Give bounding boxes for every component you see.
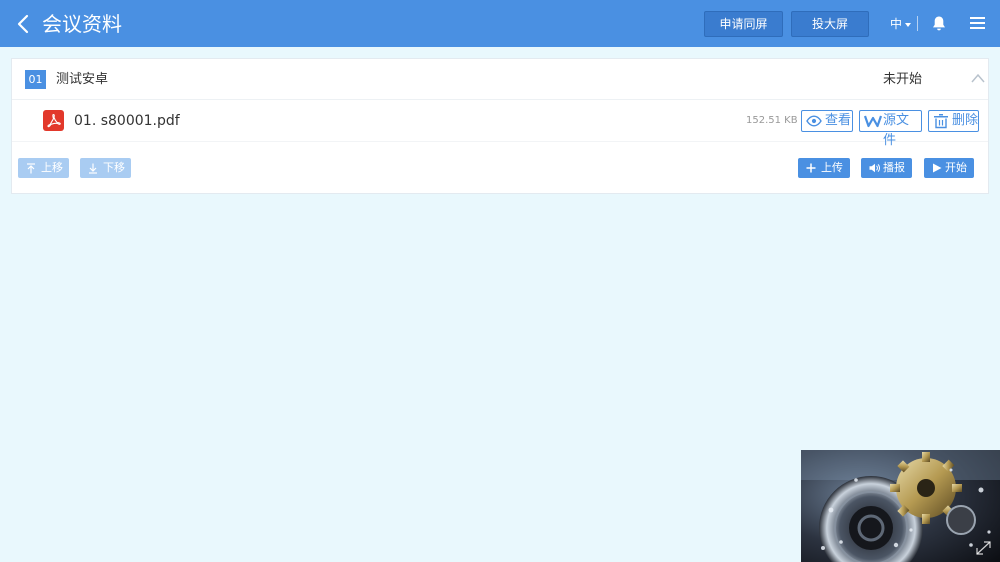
expand-icon[interactable] bbox=[974, 539, 993, 557]
top-bar: 会议资料 申请同屏 投大屏 中 bbox=[0, 0, 1000, 47]
move-down-button[interactable]: 下移 bbox=[80, 158, 131, 178]
file-name[interactable]: 01. s80001.pdf bbox=[74, 111, 180, 131]
trash-icon bbox=[934, 114, 948, 129]
source-file-button[interactable]: 源文件 bbox=[859, 110, 922, 148]
delete-label: 删除 bbox=[952, 113, 979, 128]
move-up-label: 上移 bbox=[41, 161, 63, 174]
agenda-title: 测试安卓 bbox=[56, 72, 109, 87]
agenda-number-badge: 01 bbox=[25, 70, 46, 89]
upload-label: 上传 bbox=[821, 161, 843, 174]
hamburger-menu-icon[interactable] bbox=[969, 15, 986, 31]
request-share-screen-button[interactable]: 申请同屏 bbox=[704, 11, 783, 37]
chevron-up-icon[interactable] bbox=[970, 72, 986, 84]
file-row: 01. s80001.pdf 152.51 KB 查看 源文件 删除 bbox=[12, 101, 988, 148]
upload-button[interactable]: 上传 bbox=[798, 158, 850, 178]
source-file-label: 源文件 bbox=[883, 113, 910, 148]
start-label: 开始 bbox=[945, 161, 967, 174]
bell-icon[interactable] bbox=[931, 15, 947, 32]
delete-button[interactable]: 删除 bbox=[928, 110, 979, 132]
agenda-status: 未开始 bbox=[883, 72, 923, 87]
file-size: 152.51 KB bbox=[746, 115, 798, 126]
pdf-icon bbox=[43, 110, 64, 131]
language-selector[interactable]: 中 bbox=[890, 15, 912, 33]
caret-down-icon bbox=[905, 22, 912, 27]
view-label: 查看 bbox=[825, 113, 852, 128]
arrow-up-icon bbox=[27, 163, 35, 174]
view-button[interactable]: 查看 bbox=[801, 110, 853, 132]
plus-icon bbox=[806, 163, 816, 173]
broadcast-button[interactable]: 播报 bbox=[861, 158, 912, 178]
speaker-icon bbox=[869, 163, 880, 173]
move-up-button[interactable]: 上移 bbox=[18, 158, 69, 178]
broadcast-label: 播报 bbox=[883, 161, 905, 174]
agenda-card: 01 测试安卓 未开始 01. s80001.pdf 152.51 KB 查看 … bbox=[11, 58, 989, 194]
start-button[interactable]: 开始 bbox=[924, 158, 974, 178]
wps-icon bbox=[864, 115, 882, 128]
play-icon bbox=[933, 163, 942, 173]
page-title: 会议资料 bbox=[42, 12, 122, 36]
cast-to-screen-button[interactable]: 投大屏 bbox=[791, 11, 869, 37]
agenda-header[interactable]: 01 测试安卓 未开始 bbox=[12, 59, 988, 100]
language-label: 中 bbox=[890, 17, 903, 31]
header-divider bbox=[917, 16, 918, 31]
chevron-left-icon[interactable] bbox=[12, 12, 34, 36]
gear-video-frame bbox=[801, 450, 1000, 562]
move-down-label: 下移 bbox=[103, 161, 125, 174]
video-preview[interactable] bbox=[801, 450, 1000, 562]
arrow-down-icon bbox=[89, 163, 97, 174]
eye-icon bbox=[806, 115, 822, 127]
